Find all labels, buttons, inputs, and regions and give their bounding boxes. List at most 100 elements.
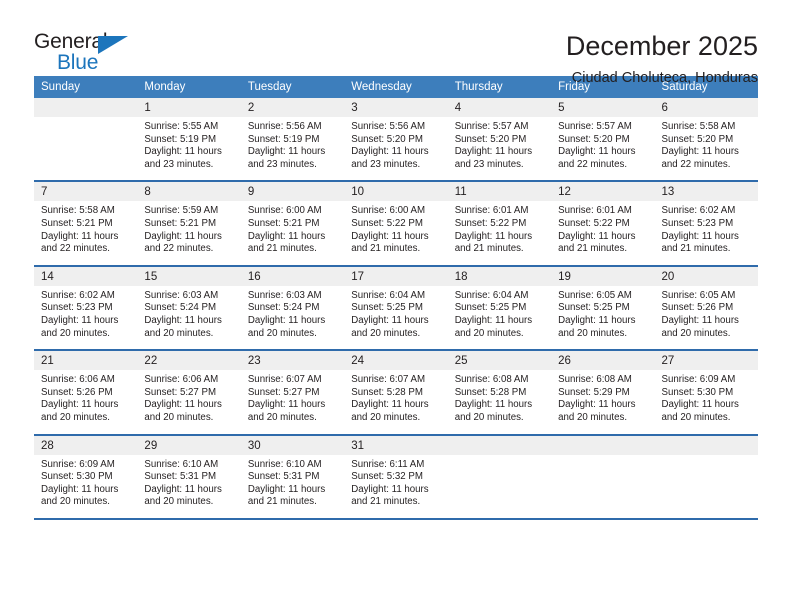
day-number-empty bbox=[447, 434, 552, 455]
sunset-text: Sunset: 5:20 PM bbox=[454, 133, 527, 145]
sunset-text: Sunset: 5:24 PM bbox=[247, 302, 320, 314]
day-details: Sunrise: 6:02 AM Sunset: 5:23 PM Daylight:… bbox=[654, 201, 758, 266]
week-detail-row: Sunrise: 5:58 AM Sunset: 5:21 PM Daylight:… bbox=[34, 201, 758, 266]
day-number[interactable]: 15 bbox=[137, 265, 241, 286]
daylight-text-cont: and 20 minutes. bbox=[144, 496, 214, 508]
daylight-text: Daylight: 11 hours bbox=[558, 230, 636, 242]
day-number[interactable]: 4 bbox=[447, 98, 552, 117]
day-details: Sunrise: 6:02 AM Sunset: 5:23 PM Daylight:… bbox=[34, 285, 138, 351]
sunset-text: Sunset: 5:20 PM bbox=[351, 133, 423, 145]
sunrise-text: Sunrise: 5:57 AM bbox=[454, 121, 529, 132]
daylight-text: Daylight: 11 hours bbox=[41, 230, 119, 242]
day-number[interactable]: 26 bbox=[551, 350, 655, 371]
day-number[interactable]: 28 bbox=[34, 434, 138, 455]
day-number[interactable]: 17 bbox=[344, 265, 448, 286]
daylight-text-cont: and 20 minutes. bbox=[247, 327, 317, 339]
day-number[interactable]: 13 bbox=[654, 181, 758, 202]
sunrise-text: Sunrise: 6:10 AM bbox=[247, 458, 322, 470]
daylight-text-cont: and 21 minutes. bbox=[247, 496, 317, 508]
sunrise-text: Sunrise: 5:56 AM bbox=[247, 121, 322, 132]
daylight-text: Daylight: 11 hours bbox=[351, 483, 429, 495]
sunset-text: Sunset: 5:25 PM bbox=[454, 302, 527, 314]
daylight-text-cont: and 20 minutes. bbox=[558, 327, 628, 339]
day-number[interactable]: 19 bbox=[551, 265, 655, 286]
daylight-text-cont: and 21 minutes. bbox=[661, 243, 731, 255]
daylight-text-cont: and 21 minutes. bbox=[247, 243, 317, 255]
week-detail-row: Sunrise: 6:09 AM Sunset: 5:30 PM Daylight:… bbox=[34, 454, 758, 519]
day-details: Sunrise: 6:01 AM Sunset: 5:22 PM Daylight:… bbox=[447, 201, 552, 266]
week-detail-row: Sunrise: 6:02 AM Sunset: 5:23 PM Daylight:… bbox=[34, 285, 758, 351]
sunrise-text: Sunrise: 6:01 AM bbox=[454, 205, 529, 217]
day-number[interactable]: 23 bbox=[240, 350, 345, 371]
daylight-text: Daylight: 11 hours bbox=[41, 314, 119, 326]
daylight-text-cont: and 22 minutes. bbox=[558, 158, 628, 170]
day-number[interactable]: 11 bbox=[447, 181, 552, 202]
day-number[interactable]: 21 bbox=[34, 350, 138, 371]
sunrise-text: Sunrise: 5:57 AM bbox=[558, 121, 632, 132]
day-details: Sunrise: 6:07 AM Sunset: 5:28 PM Daylight:… bbox=[344, 370, 448, 435]
sunrise-text: Sunrise: 6:10 AM bbox=[144, 458, 219, 470]
sunset-text: Sunset: 5:28 PM bbox=[351, 386, 423, 398]
day-number[interactable]: 16 bbox=[240, 265, 345, 286]
daylight-text-cont: and 22 minutes. bbox=[144, 243, 214, 255]
day-number[interactable]: 9 bbox=[240, 181, 345, 202]
daylight-text-cont: and 23 minutes. bbox=[144, 158, 214, 170]
daylight-text-cont: and 20 minutes. bbox=[661, 327, 731, 339]
weekday-header-wednesday: Wednesday bbox=[344, 76, 448, 98]
day-number[interactable]: 10 bbox=[344, 181, 448, 202]
day-number[interactable]: 3 bbox=[344, 98, 448, 117]
day-number[interactable]: 25 bbox=[447, 350, 552, 371]
sunrise-text: Sunrise: 6:05 AM bbox=[661, 289, 736, 301]
sunset-text: Sunset: 5:23 PM bbox=[41, 302, 113, 314]
calendar-table: Sunday Monday Tuesday Wednesday Thursday Frid… bbox=[34, 76, 758, 520]
sunrise-text: Sunrise: 6:09 AM bbox=[41, 458, 115, 470]
day-number[interactable]: 5 bbox=[551, 98, 655, 117]
day-number[interactable]: 30 bbox=[240, 434, 345, 455]
sunset-text: Sunset: 5:27 PM bbox=[247, 386, 320, 398]
sunset-text: Sunset: 5:22 PM bbox=[351, 217, 423, 229]
day-details: Sunrise: 6:05 AM Sunset: 5:25 PM Daylight:… bbox=[551, 285, 655, 351]
day-details: Sunrise: 5:59 AM Sunset: 5:21 PM Daylight:… bbox=[137, 201, 241, 266]
day-number[interactable]: 27 bbox=[654, 350, 758, 371]
day-number[interactable]: 24 bbox=[344, 350, 448, 371]
day-details: Sunrise: 6:00 AM Sunset: 5:22 PM Daylight:… bbox=[344, 201, 448, 266]
daylight-text-cont: and 21 minutes. bbox=[351, 496, 421, 508]
sunrise-text: Sunrise: 6:06 AM bbox=[144, 374, 219, 386]
day-details: Sunrise: 5:58 AM Sunset: 5:21 PM Daylight:… bbox=[34, 201, 138, 266]
day-details-empty bbox=[34, 117, 138, 182]
day-details: Sunrise: 6:08 AM Sunset: 5:29 PM Daylight:… bbox=[551, 370, 655, 435]
page-header: General Blue December 2025 Ciudad Cholut… bbox=[34, 0, 758, 86]
day-number[interactable]: 31 bbox=[344, 434, 448, 455]
daylight-text-cont: and 23 minutes. bbox=[247, 158, 317, 170]
daylight-text: Daylight: 11 hours bbox=[661, 314, 739, 326]
day-number[interactable]: 2 bbox=[240, 98, 345, 117]
day-number[interactable]: 6 bbox=[654, 98, 758, 117]
sunset-text: Sunset: 5:24 PM bbox=[144, 302, 217, 314]
day-number[interactable]: 8 bbox=[137, 181, 241, 202]
day-number[interactable]: 29 bbox=[137, 434, 241, 455]
day-details-empty bbox=[654, 454, 758, 519]
day-details: Sunrise: 6:03 AM Sunset: 5:24 PM Daylight:… bbox=[240, 285, 345, 351]
day-details: Sunrise: 6:03 AM Sunset: 5:24 PM Daylight:… bbox=[137, 285, 241, 351]
day-number[interactable]: 12 bbox=[551, 181, 655, 202]
sunset-text: Sunset: 5:19 PM bbox=[247, 133, 320, 145]
day-number[interactable]: 1 bbox=[137, 98, 241, 117]
sunrise-text: Sunrise: 6:08 AM bbox=[454, 374, 529, 386]
daylight-text: Daylight: 11 hours bbox=[351, 399, 429, 411]
day-number[interactable]: 20 bbox=[654, 265, 758, 286]
sunrise-text: Sunrise: 6:11 AM bbox=[351, 458, 425, 470]
day-details: Sunrise: 5:56 AM Sunset: 5:19 PM Daylight:… bbox=[240, 117, 345, 182]
day-number[interactable]: 18 bbox=[447, 265, 552, 286]
daylight-text-cont: and 20 minutes. bbox=[661, 411, 731, 423]
daylight-text: Daylight: 11 hours bbox=[247, 314, 326, 326]
daylight-text: Daylight: 11 hours bbox=[558, 399, 636, 411]
logo-text-blue: Blue bbox=[57, 51, 99, 74]
day-number[interactable]: 7 bbox=[34, 181, 138, 202]
day-number[interactable]: 14 bbox=[34, 265, 138, 286]
day-number[interactable]: 22 bbox=[137, 350, 241, 371]
sunrise-text: Sunrise: 5:55 AM bbox=[144, 121, 219, 132]
general-blue-logo[interactable]: General Blue bbox=[34, 30, 154, 82]
day-details: Sunrise: 5:55 AM Sunset: 5:19 PM Daylight:… bbox=[137, 117, 241, 182]
weekday-header-thursday: Thursday bbox=[447, 76, 552, 98]
daylight-text: Daylight: 11 hours bbox=[144, 146, 222, 158]
